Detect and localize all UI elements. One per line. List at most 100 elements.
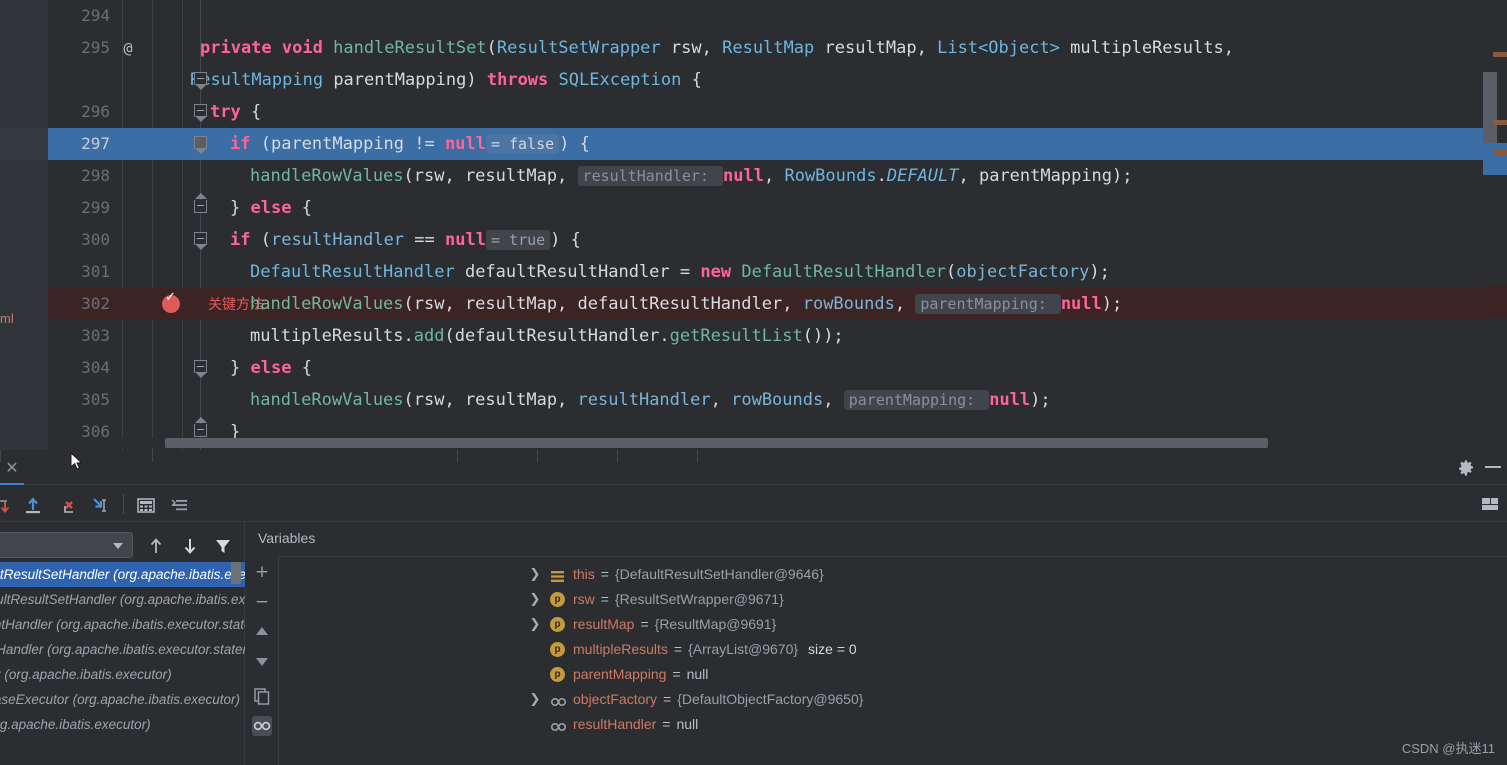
variable-equals: = bbox=[640, 616, 649, 632]
close-icon[interactable]: ✕ bbox=[4, 460, 20, 476]
code-line[interactable]: 297 if (parentMapping != null = false) { bbox=[48, 128, 1507, 160]
frame-list-item[interactable]: queryFromDatabase:325, BaseExecutor (org… bbox=[0, 687, 245, 712]
variable-row[interactable]: ❯ p resultMap = {ResultMap@9691} bbox=[490, 612, 1507, 637]
frame-list-item[interactable]: handleResultSet:297, DefaultResultSetHan… bbox=[0, 562, 245, 587]
code-text[interactable]: if (resultHandler == null = true) { bbox=[230, 224, 581, 256]
variable-equals: = bbox=[672, 666, 681, 682]
line-number: 294 bbox=[81, 6, 110, 25]
code-line[interactable]: 294 bbox=[48, 0, 1507, 32]
code-text[interactable]: if (parentMapping != null = false) { bbox=[230, 128, 590, 160]
code-fold-toggle-icon[interactable] bbox=[194, 193, 207, 213]
breakpoint-icon[interactable] bbox=[162, 290, 180, 313]
scrollbar-marker-change[interactable] bbox=[1493, 120, 1507, 125]
variable-row[interactable]: p multipleResults = {ArrayList@9670} size = … bbox=[490, 637, 1507, 662]
horizontal-scrollbar-thumb[interactable] bbox=[165, 438, 1268, 448]
code-text[interactable]: DefaultResultHandler defaultResultHandle… bbox=[250, 256, 1110, 288]
step-into-icon[interactable] bbox=[22, 494, 44, 516]
variable-row[interactable]: resultHandler = null bbox=[490, 712, 1507, 737]
layout-settings-icon[interactable] bbox=[1479, 494, 1501, 516]
code-fold-toggle-icon[interactable] bbox=[194, 72, 207, 90]
step-out-icon[interactable] bbox=[88, 494, 110, 516]
code-editor[interactable]: ml 294 295 @ private void handleResultSet(R… bbox=[0, 0, 1507, 450]
variable-equals: = bbox=[663, 691, 672, 707]
variables-pane[interactable]: Variables + − ❯ this = {DefaultResultSet… bbox=[245, 522, 1507, 765]
move-down-icon[interactable] bbox=[252, 652, 272, 672]
scrollbar-marker-breakpoint[interactable] bbox=[1483, 286, 1507, 318]
code-line[interactable]: 295 @ private void handleResultSet(ResultS… bbox=[48, 32, 1507, 64]
code-line[interactable]: ResultMapping parentMapping) throws SQLE… bbox=[48, 64, 1507, 96]
code-text[interactable]: } else { bbox=[230, 352, 312, 384]
editor-left-strip: ml bbox=[0, 0, 48, 450]
frame-up-icon[interactable] bbox=[146, 536, 166, 556]
code-text[interactable]: handleRowValues(rsw, resultMap, resultHa… bbox=[250, 160, 1133, 192]
toolbar-divider bbox=[123, 494, 124, 514]
show-execution-point-icon[interactable] bbox=[169, 494, 191, 516]
horizontal-scrollbar[interactable] bbox=[48, 438, 1483, 448]
settings-gear-icon[interactable] bbox=[1457, 459, 1475, 477]
variable-value: {ArrayList@9670} bbox=[688, 641, 799, 657]
chevron-right-icon[interactable]: ❯ bbox=[528, 587, 542, 612]
chevron-right-icon[interactable]: ❯ bbox=[528, 562, 542, 587]
frame-list-item[interactable]: query:64, PreparedStatementHandler (org.… bbox=[0, 612, 245, 637]
scrollbar-marker-exec[interactable] bbox=[1483, 143, 1507, 175]
frame-list-item[interactable]: doQuery:63, SimpleExecutor (org.apache.i… bbox=[0, 662, 245, 687]
add-watch-icon[interactable]: + bbox=[252, 562, 272, 582]
line-number: 301 bbox=[81, 262, 110, 281]
parameter-icon: p bbox=[550, 642, 565, 657]
variable-row[interactable]: p parentMapping = null bbox=[490, 662, 1507, 687]
scrollbar-marker-change[interactable] bbox=[1493, 52, 1507, 57]
thread-selector[interactable] bbox=[0, 532, 133, 558]
code-text[interactable]: try { bbox=[210, 96, 261, 128]
code-line[interactable]: 301 DefaultResultHandler defaultResultHan… bbox=[48, 256, 1507, 288]
variables-side-toolbar[interactable]: + − bbox=[245, 556, 279, 765]
code-line[interactable]: 303 multipleResults.add(defaultResultHand… bbox=[48, 320, 1507, 352]
code-line[interactable]: 300 if (resultHandler == null = true) { bbox=[48, 224, 1507, 256]
frames-pane[interactable]: handleResultSet:297, DefaultResultSetHan… bbox=[0, 522, 245, 765]
code-text[interactable]: } else { bbox=[230, 192, 312, 224]
frames-scrollbar-thumb[interactable] bbox=[231, 562, 241, 584]
code-line[interactable]: 299} else { bbox=[48, 192, 1507, 224]
code-fold-toggle-icon[interactable] bbox=[194, 232, 207, 250]
force-step-into-icon[interactable] bbox=[56, 494, 78, 516]
frame-list-item[interactable]: handleResultSets:195, DefaultResultSetHa… bbox=[0, 587, 245, 612]
code-text[interactable]: handleRowValues(rsw, resultMap, resultHa… bbox=[250, 384, 1051, 416]
code-fold-toggle-icon[interactable] bbox=[194, 417, 207, 437]
code-line[interactable]: 302关键方法handleRowValues(rsw, resultMap, d… bbox=[48, 288, 1507, 320]
chevron-right-icon[interactable]: ❯ bbox=[528, 612, 542, 637]
code-surface[interactable]: 294 295 @ private void handleResultSet(Resu… bbox=[48, 0, 1507, 450]
code-text[interactable]: multipleResults.add(defaultResultHandler… bbox=[250, 320, 844, 352]
frame-down-icon[interactable] bbox=[180, 536, 200, 556]
move-up-icon[interactable] bbox=[252, 622, 272, 642]
minimize-icon[interactable] bbox=[1485, 466, 1501, 469]
debug-stepping-toolbar[interactable] bbox=[0, 486, 1507, 522]
scrollbar-marker-change[interactable] bbox=[1493, 150, 1507, 155]
code-text[interactable]: ResultMapping parentMapping) throws SQLE… bbox=[190, 64, 702, 96]
frame-list-item[interactable]: query:156, BaseExecutor (org.apache.ibat… bbox=[0, 712, 245, 737]
code-text[interactable]: private void handleResultSet(ResultSetWr… bbox=[200, 32, 1234, 64]
chevron-right-icon[interactable]: ❯ bbox=[528, 687, 542, 712]
step-over-icon[interactable] bbox=[0, 494, 16, 516]
filter-icon[interactable] bbox=[213, 536, 233, 556]
line-number: 297 bbox=[81, 134, 110, 153]
code-line[interactable]: 305 handleRowValues(rsw, resultMap, resul… bbox=[48, 384, 1507, 416]
remove-watch-icon[interactable]: − bbox=[252, 592, 272, 612]
variable-row[interactable]: ❯ this = {DefaultResultSetHandler@9646} bbox=[490, 562, 1507, 587]
code-line[interactable]: 304} else { bbox=[48, 352, 1507, 384]
watches-icon[interactable] bbox=[252, 716, 272, 736]
debug-tab-bar[interactable]: ✕ bbox=[0, 450, 1507, 485]
code-fold-toggle-icon[interactable] bbox=[194, 136, 207, 154]
code-fold-toggle-icon[interactable] bbox=[194, 360, 207, 378]
code-fold-toggle-icon[interactable] bbox=[194, 104, 207, 122]
code-line[interactable]: 296 try { bbox=[48, 96, 1507, 128]
variable-row[interactable]: ❯ p rsw = {ResultSetWrapper@9671} bbox=[490, 587, 1507, 612]
code-line[interactable]: 298 handleRowValues(rsw, resultMap, resul… bbox=[48, 160, 1507, 192]
evaluate-expression-icon[interactable] bbox=[135, 494, 157, 516]
chevron-down-icon[interactable] bbox=[113, 543, 123, 549]
line-number: 300 bbox=[81, 230, 110, 249]
copy-icon[interactable] bbox=[252, 686, 272, 706]
code-text[interactable]: handleRowValues(rsw, resultMap, defaultR… bbox=[250, 288, 1122, 320]
variable-row[interactable]: ❯ objectFactory = {DefaultObjectFactory@965… bbox=[490, 687, 1507, 712]
frame-list-item[interactable]: query:79, RoutingStatementHandler (org.a… bbox=[0, 637, 245, 662]
annotation-marker-icon[interactable]: @ bbox=[118, 38, 138, 58]
editor-marker-gutter[interactable] bbox=[1483, 0, 1507, 450]
